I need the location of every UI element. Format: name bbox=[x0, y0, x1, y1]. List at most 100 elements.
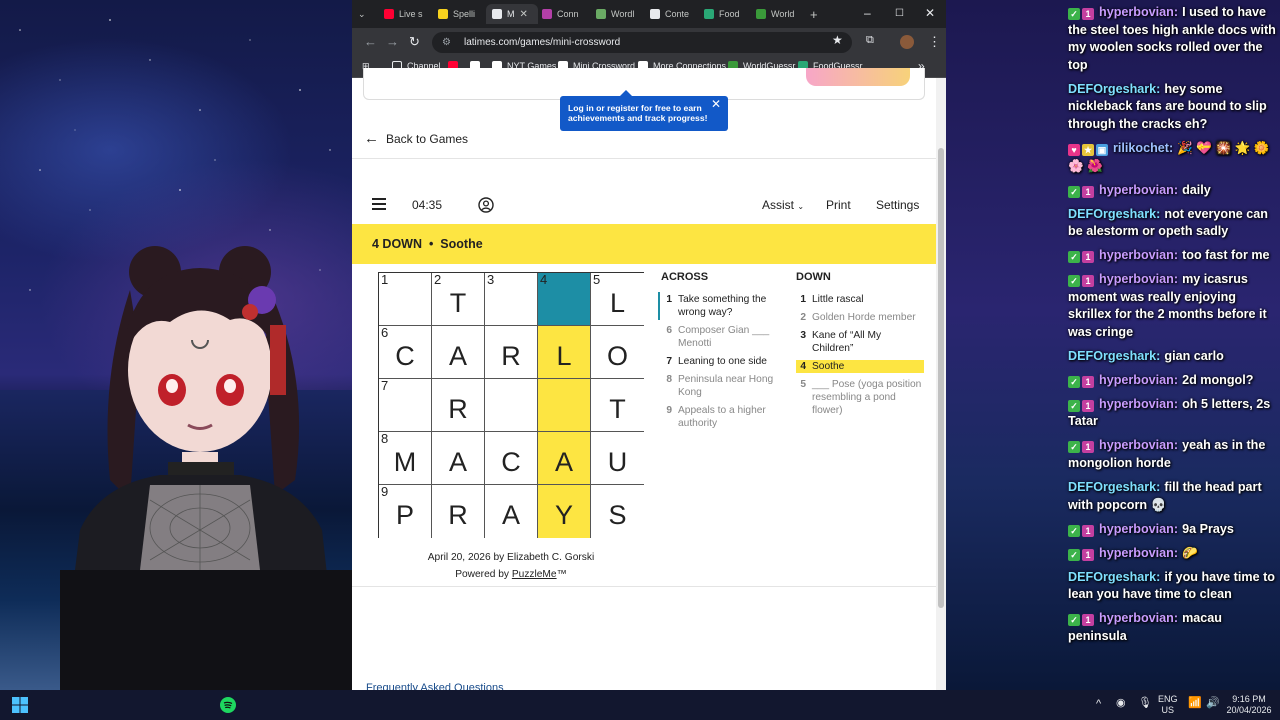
menu-kebab-icon[interactable]: ⋮ bbox=[928, 34, 941, 50]
across-clue[interactable]: 7 Leaning to one side bbox=[662, 355, 778, 368]
chat-username[interactable]: rilikochet: bbox=[1113, 141, 1173, 155]
down-clue[interactable]: 3 Kane of “All My Children” bbox=[796, 329, 924, 355]
back-arrow-icon[interactable]: ← bbox=[364, 34, 377, 49]
minimize-button[interactable]: – bbox=[864, 6, 871, 20]
grid-cell[interactable]: A bbox=[432, 432, 485, 485]
grid-cell[interactable]: S bbox=[591, 485, 644, 538]
chat-username[interactable]: hyperbovian: bbox=[1099, 5, 1178, 19]
chat-username[interactable]: hyperbovian: bbox=[1099, 522, 1178, 536]
hamburger-menu-icon[interactable] bbox=[372, 198, 386, 214]
grid-cell[interactable]: A bbox=[538, 432, 591, 485]
grid-cell[interactable]: R bbox=[432, 485, 485, 538]
grid-cell[interactable]: 4 bbox=[538, 273, 591, 326]
across-clue[interactable]: 9 Appeals to a higher authority bbox=[662, 404, 778, 430]
grid-cell[interactable]: U bbox=[591, 432, 644, 485]
chat-username[interactable]: hyperbovian: bbox=[1099, 183, 1178, 197]
grid-cell[interactable] bbox=[538, 379, 591, 432]
reload-icon[interactable]: ↻ bbox=[409, 34, 420, 50]
wifi-icon[interactable]: 📶 bbox=[1188, 698, 1202, 709]
chat-username[interactable]: hyperbovian: bbox=[1099, 248, 1178, 262]
powered-prefix: Powered by bbox=[455, 569, 510, 580]
grid-cell[interactable]: R bbox=[432, 379, 485, 432]
close-tab-icon[interactable]: ✕ bbox=[520, 9, 528, 20]
chat-username[interactable]: DEFOrgeshark: bbox=[1068, 480, 1160, 494]
browser-tab[interactable]: Wordl bbox=[590, 4, 642, 24]
scrollbar-thumb[interactable] bbox=[938, 148, 944, 608]
extensions-icon[interactable]: ⧉ bbox=[866, 34, 874, 47]
scrollbar[interactable] bbox=[936, 78, 946, 690]
clue-number: 5 bbox=[800, 379, 806, 390]
close-icon[interactable]: ✕ bbox=[711, 98, 721, 110]
grid-cell[interactable]: O bbox=[591, 326, 644, 379]
grid-cell[interactable]: A bbox=[485, 485, 538, 538]
down-clue[interactable]: 1 Little rascal bbox=[796, 293, 924, 306]
chat-username[interactable]: DEFOrgeshark: bbox=[1068, 349, 1160, 363]
browser-tab[interactable]: Conn bbox=[536, 4, 588, 24]
tab-search-button[interactable]: ⌄ bbox=[352, 4, 374, 24]
spotify-icon[interactable] bbox=[220, 697, 236, 713]
grid-cell[interactable]: L bbox=[538, 326, 591, 379]
grid-cell[interactable]: 2T bbox=[432, 273, 485, 326]
close-window-button[interactable]: ✕ bbox=[925, 6, 935, 20]
grid-cell[interactable]: T bbox=[591, 379, 644, 432]
grid-cell[interactable]: 3 bbox=[485, 273, 538, 326]
puzzleme-link[interactable]: PuzzleMe bbox=[512, 569, 557, 580]
grid-cell[interactable]: C bbox=[485, 432, 538, 485]
chat-username[interactable]: hyperbovian: bbox=[1099, 611, 1178, 625]
chat-message: ✓ 1 hyperbovian: my icasrus moment was real… bbox=[1068, 271, 1276, 341]
volume-icon[interactable]: 🔊 bbox=[1206, 698, 1220, 709]
across-clue[interactable]: 1 Take something the wrong way? bbox=[662, 293, 778, 319]
browser-tab[interactable]: Spelli bbox=[432, 4, 484, 24]
grid-cell[interactable]: 7 bbox=[379, 379, 432, 432]
chat-username[interactable]: hyperbovian: bbox=[1099, 546, 1178, 560]
across-clue[interactable]: 8 Peninsula near Hong Kong bbox=[662, 373, 778, 399]
grid-cell[interactable]: 5L bbox=[591, 273, 644, 326]
settings-button[interactable]: Settings bbox=[876, 198, 919, 212]
tray-app-icon[interactable]: ◉ bbox=[1116, 698, 1126, 709]
browser-tab[interactable]: Live s bbox=[378, 4, 430, 24]
profile-avatar[interactable] bbox=[900, 35, 914, 49]
banner-pill-button[interactable] bbox=[806, 68, 910, 86]
chat-username[interactable]: hyperbovian: bbox=[1099, 397, 1178, 411]
print-button[interactable]: Print bbox=[826, 198, 851, 212]
grid-cell[interactable]: R bbox=[485, 326, 538, 379]
clue-number: 3 bbox=[800, 330, 806, 341]
new-tab-button[interactable]: + bbox=[804, 4, 824, 24]
grid-cell[interactable]: 6C bbox=[379, 326, 432, 379]
grid-cell[interactable]: 9P bbox=[379, 485, 432, 538]
chat-username[interactable]: DEFOrgeshark: bbox=[1068, 82, 1160, 96]
star-bookmark-icon[interactable]: ★ bbox=[832, 33, 843, 47]
browser-tab[interactable]: World bbox=[750, 4, 802, 24]
grid-cell[interactable]: Y bbox=[538, 485, 591, 538]
forward-arrow-icon[interactable]: → bbox=[386, 34, 399, 49]
clock[interactable]: 9:16 PM 20/04/2026 bbox=[1224, 694, 1274, 716]
down-clue[interactable]: 5 ___ Pose (yoga position resembling a po… bbox=[796, 378, 924, 417]
grid-cell[interactable]: 1 bbox=[379, 273, 432, 326]
maximize-button[interactable]: ☐ bbox=[895, 8, 904, 19]
chat-username[interactable]: DEFOrgeshark: bbox=[1068, 570, 1160, 584]
language-indicator[interactable]: ENG US bbox=[1158, 694, 1178, 716]
chat-username[interactable]: DEFOrgeshark: bbox=[1068, 207, 1160, 221]
browser-tab[interactable]: Food bbox=[698, 4, 750, 24]
chat-text: 2d mongol? bbox=[1182, 372, 1254, 387]
grid-cell[interactable]: 8M bbox=[379, 432, 432, 485]
tray-chevron-icon[interactable]: ^ bbox=[1096, 699, 1101, 710]
chat-username[interactable]: hyperbovian: bbox=[1099, 272, 1178, 286]
site-info-icon[interactable]: ⚙ bbox=[442, 37, 452, 48]
grid-cell[interactable] bbox=[485, 379, 538, 432]
browser-tab[interactable]: Conte bbox=[644, 4, 696, 24]
assist-menu[interactable]: Assist ⌄ bbox=[762, 198, 804, 212]
chat-username[interactable]: hyperbovian: bbox=[1099, 438, 1178, 452]
across-clue[interactable]: 6 Composer Gian ___ Menotti bbox=[662, 324, 778, 350]
down-clue[interactable]: 4 Soothe bbox=[796, 360, 924, 373]
back-to-games-link[interactable]: ← Back to Games bbox=[364, 130, 468, 147]
faq-heading[interactable]: Frequently Asked Questions bbox=[366, 682, 504, 690]
grid-cell[interactable]: A bbox=[432, 326, 485, 379]
windows-start-icon[interactable] bbox=[12, 697, 28, 713]
chat-username[interactable]: hyperbovian: bbox=[1099, 373, 1178, 387]
down-clue[interactable]: 2 Golden Horde member bbox=[796, 311, 924, 324]
microphone-icon[interactable]: 🎙 bbox=[1138, 698, 1152, 709]
url-input[interactable]: ⚙ latimes.com/games/mini-crossword bbox=[432, 32, 852, 53]
browser-tab[interactable]: M ✕ bbox=[486, 4, 538, 24]
add-user-icon[interactable] bbox=[478, 197, 494, 213]
